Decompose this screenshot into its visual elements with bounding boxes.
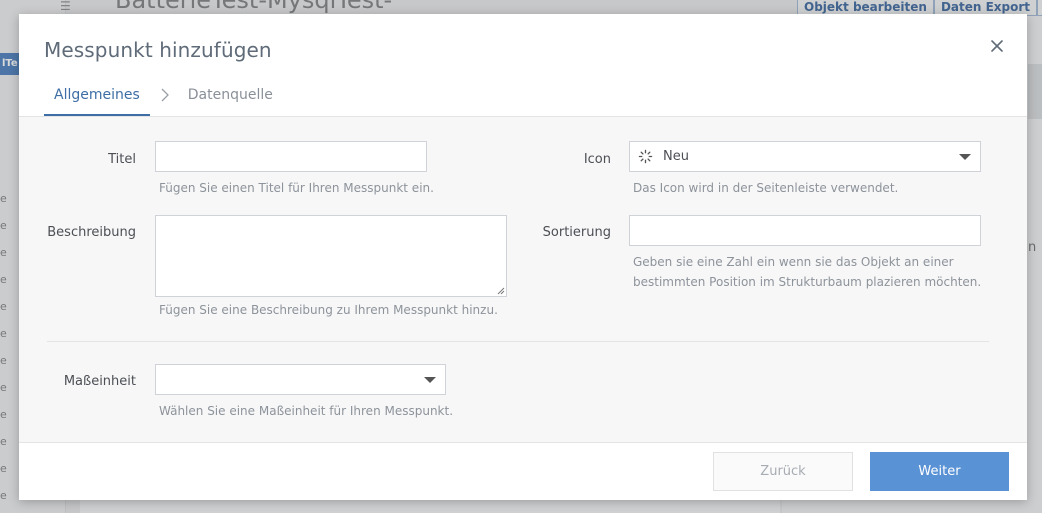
sorting-help: Geben sie eine Zahl ein wenn sie das Obj… — [633, 252, 981, 292]
description-label: Beschreibung — [47, 225, 136, 240]
chevron-right-icon — [154, 84, 176, 106]
dialog-title: Messpunkt hinzufügen — [44, 38, 272, 62]
section-divider — [47, 341, 989, 342]
icon-label: Icon — [583, 152, 611, 167]
caret-down-icon — [424, 377, 436, 383]
add-measuring-point-dialog: Messpunkt hinzufügen Allgemeines Datenqu… — [19, 14, 1027, 500]
caret-down-icon — [959, 154, 971, 160]
description-help: Fügen Sie eine Beschreibung zu Ihrem Mes… — [159, 303, 498, 317]
next-button[interactable]: Weiter — [870, 452, 1009, 491]
sorting-label: Sortierung — [542, 225, 611, 240]
sorting-help-line-2: bestimmten Position im Strukturbaum plaz… — [633, 275, 982, 289]
title-label: Titel — [108, 152, 136, 167]
tab-allgemeines[interactable]: Allgemeines — [44, 84, 150, 116]
spinner-icon — [638, 149, 653, 164]
unit-help: Wählen Sie eine Maßeinheit für Ihren Mes… — [159, 404, 454, 418]
title-help: Fügen Sie einen Titel für Ihren Messpunk… — [159, 181, 434, 195]
sorting-help-line-1: Geben sie eine Zahl ein wenn sie das Obj… — [633, 255, 954, 269]
resize-grip-icon[interactable] — [497, 287, 505, 295]
unit-select[interactable] — [155, 364, 446, 395]
icon-help: Das Icon wird in der Seitenleiste verwen… — [633, 181, 899, 195]
icon-select[interactable]: Neu — [629, 141, 981, 172]
back-button[interactable]: Zurück — [713, 452, 853, 491]
title-input[interactable] — [155, 141, 427, 172]
icon-select-value: Neu — [663, 149, 689, 164]
close-icon — [991, 40, 1003, 52]
dialog-body: Titel Fügen Sie einen Titel für Ihren Me… — [19, 116, 1027, 443]
sorting-input[interactable] — [629, 215, 981, 246]
tab-datenquelle[interactable]: Datenquelle — [178, 84, 283, 116]
description-textarea[interactable] — [155, 215, 507, 297]
unit-label: Maßeinheit — [63, 374, 136, 389]
close-button[interactable] — [984, 33, 1010, 59]
wizard-tabs: Allgemeines Datenquelle — [44, 84, 283, 116]
